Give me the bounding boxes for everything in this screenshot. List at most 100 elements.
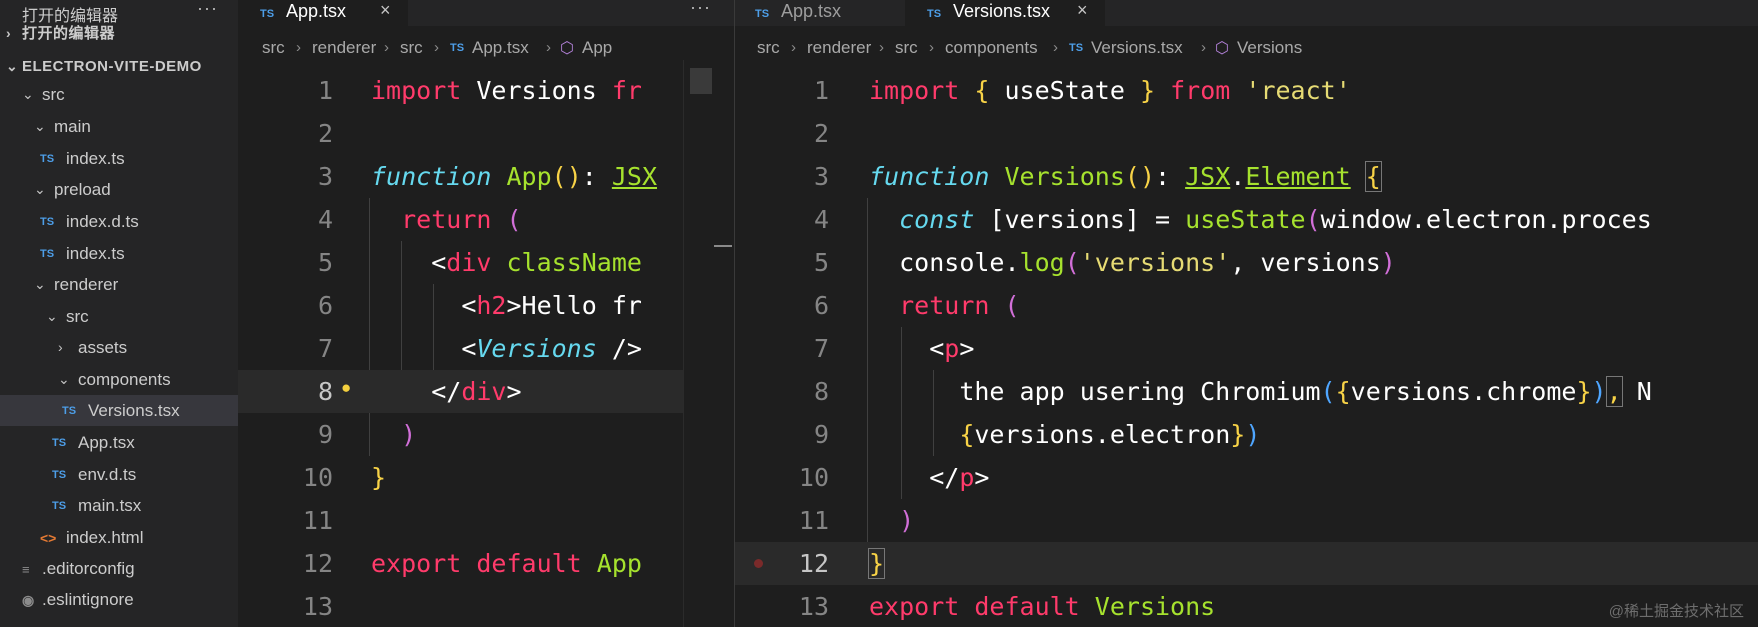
editor-more-icon[interactable]: ··· (690, 0, 711, 18)
code-text: </p> (929, 463, 990, 492)
tree-item[interactable]: TS main.tsx (0, 490, 238, 521)
typescript-icon: TS (52, 469, 67, 481)
tree-item[interactable]: TS index.ts (0, 238, 238, 269)
breadcrumb-item[interactable]: Versions.tsx (1091, 38, 1183, 58)
right-editor[interactable]: 1 import { useState } from 'react' 2 3 f… (735, 69, 1758, 627)
line-number: 7 (317, 334, 333, 363)
tree-item-label: components (78, 370, 171, 389)
tree-item[interactable]: ⌄ src (0, 301, 238, 332)
chevron-right-icon: › (384, 39, 389, 56)
minimap[interactable] (683, 60, 713, 627)
code-line-current: 12 } (735, 542, 1758, 585)
code-text: export default Versions (869, 592, 1216, 621)
close-icon[interactable]: × (1077, 0, 1088, 21)
code-line: 6 <h2>Hello fr (238, 284, 683, 327)
tree-item[interactable]: › assets (0, 332, 238, 363)
code-text: return ( (401, 205, 522, 234)
tree-item[interactable]: <> index.html (0, 522, 238, 553)
tree-item[interactable]: ⌄ preload (0, 174, 238, 205)
typescript-icon: TS (52, 500, 67, 512)
line-number: 7 (813, 334, 829, 363)
tree-item[interactable]: ≡ .editorconfig (0, 553, 238, 584)
breadcrumb-item[interactable]: src (262, 38, 285, 58)
code-line: 4 return ( (238, 198, 683, 241)
typescript-icon: TS (40, 216, 55, 228)
breadcrumb-item[interactable]: Versions (1237, 38, 1302, 58)
chevron-right-icon: › (296, 39, 301, 56)
tab-versions-tsx[interactable]: TS Versions.tsx × (905, 0, 1105, 26)
lightbulb-icon[interactable]: ● (341, 378, 351, 398)
tree-item-label: src (66, 307, 89, 326)
line-number: 11 (302, 506, 333, 535)
symbol-method-icon: ⬡ (1215, 40, 1229, 57)
tab-app-tsx-left[interactable]: TS App.tsx × (238, 0, 408, 26)
tab-label: App.tsx (781, 1, 842, 21)
code-text: <p> (929, 334, 975, 363)
breadcrumb-item[interactable]: renderer (807, 38, 871, 58)
code-line: 13 (238, 585, 683, 627)
tree-item[interactable]: TS App.tsx (0, 427, 238, 458)
line-number: 6 (813, 291, 829, 320)
tree-item[interactable]: TS env.d.ts (0, 459, 238, 490)
code-text: export default App (371, 549, 642, 578)
breadcrumb-item[interactable]: src (895, 38, 918, 58)
chevron-down-icon: ⌄ (46, 308, 58, 324)
code-line: 3 function App(): JSX (238, 155, 683, 198)
tree-item-label: .editorconfig (42, 559, 135, 578)
line-number: 9 (813, 420, 829, 449)
breadcrumb-item[interactable]: App (582, 38, 612, 58)
chevron-right-icon: › (6, 25, 12, 41)
tree-item-label: .eslintignore (42, 590, 134, 609)
tree-item-label: ELECTRON-VITE-DEMO (22, 58, 202, 75)
tree-item[interactable]: TS index.ts (0, 143, 238, 174)
typescript-icon: TS (52, 437, 67, 449)
tree-item[interactable]: ⌄ renderer (0, 269, 238, 300)
code-line: 2 (238, 112, 683, 155)
chevron-down-icon: ⌄ (34, 181, 46, 197)
typescript-icon: TS (40, 153, 55, 165)
tree-item[interactable]: ⌄ src (0, 79, 238, 110)
code-line: 1 import { useState } from 'react' (735, 69, 1758, 112)
tree-item[interactable]: ◉ .eslintignore (0, 584, 238, 615)
tab-app-tsx-right[interactable]: TS App.tsx (735, 0, 905, 26)
minimap-slider[interactable] (690, 68, 712, 94)
code-text: the app usering Chromium({versions.chrom… (959, 376, 1652, 407)
watermark: @稀土掘金技术社区 (1608, 603, 1744, 620)
code-line: 10 </p> (735, 456, 1758, 499)
chevron-right-icon: › (546, 39, 551, 56)
line-number: 8 (813, 377, 829, 406)
sidebar-more-icon[interactable]: ··· (197, 0, 218, 19)
breadcrumb-item[interactable]: renderer (312, 38, 376, 58)
code-text: return ( (899, 291, 1020, 320)
tree-item-label: main.tsx (78, 496, 142, 515)
code-line: 9 ) (238, 413, 683, 456)
line-number: 6 (317, 291, 333, 320)
tree-item[interactable]: TS index.d.ts (0, 206, 238, 237)
line-number: 4 (317, 205, 333, 234)
breadcrumb-item[interactable]: App.tsx (472, 38, 529, 58)
tree-item-label: index.d.ts (66, 212, 139, 231)
tree-section-header[interactable]: › 打开的编辑器 (0, 18, 238, 49)
code-line: 5 console.log('versions', versions) (735, 241, 1758, 284)
tree-item[interactable]: ⌄ main (0, 111, 238, 142)
breadcrumb-item[interactable]: components (945, 38, 1038, 58)
tree-item[interactable]: TS Versions.tsx (0, 395, 238, 426)
chevron-right-icon: › (1201, 39, 1206, 56)
line-number: 2 (317, 119, 333, 148)
left-editor[interactable]: 1 import Versions fr 2 3 function App():… (238, 69, 683, 627)
breadcrumb-item[interactable]: src (757, 38, 780, 58)
line-number: 11 (798, 506, 829, 535)
code-line: 8 the app usering Chromium({versions.chr… (735, 370, 1758, 413)
vertical-scrollbar[interactable] (714, 60, 734, 627)
line-number: 1 (317, 76, 333, 105)
close-icon[interactable]: × (380, 0, 391, 21)
tree-item-label: renderer (54, 275, 119, 294)
line-number: 13 (798, 592, 829, 621)
tree-item[interactable]: ⌄ components (0, 364, 238, 395)
breadcrumb-item[interactable]: src (400, 38, 423, 58)
code-text: const [versions] = useState(window.elect… (899, 205, 1652, 234)
tree-section-header[interactable]: ⌄ ELECTRON-VITE-DEMO (0, 51, 238, 82)
tab-label: App.tsx (286, 1, 347, 21)
line-number: 10 (798, 463, 829, 492)
code-text: {versions.electron}) (959, 420, 1261, 449)
